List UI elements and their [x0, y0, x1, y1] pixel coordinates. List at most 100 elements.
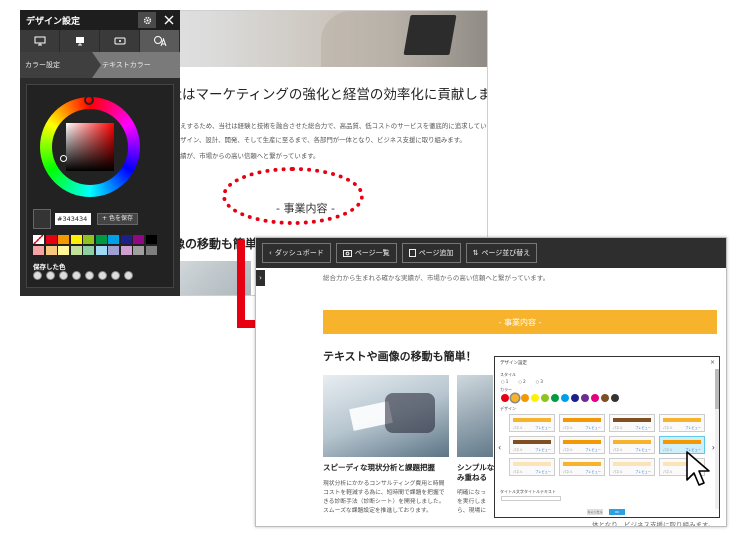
palette-swatch[interactable] [120, 235, 132, 244]
desktop-icon[interactable] [20, 30, 60, 52]
hex-input[interactable]: #343434 [55, 213, 91, 225]
palette-swatch[interactable] [120, 245, 132, 255]
palette-swatch[interactable] [108, 245, 119, 255]
gear-icon[interactable] [138, 12, 156, 28]
section-title-text: - 事業内容 - [498, 317, 542, 327]
design-tile[interactable]: パネル プレビュー [509, 458, 555, 476]
design-tile[interactable]: パネル プレビュー [559, 458, 605, 476]
design-tile-preview-link[interactable]: プレビュー [635, 447, 651, 452]
design-tile[interactable]: パネル プレビュー [509, 414, 555, 432]
dialog-color-swatch[interactable] [521, 394, 529, 402]
dialog-color-swatch[interactable] [591, 394, 599, 402]
palette-swatch[interactable] [83, 235, 94, 244]
reorder-pages-button[interactable]: ⇅ ページ並び替え [465, 243, 538, 263]
cancel-button[interactable]: キャンセル [587, 509, 603, 515]
chevron-left-icon[interactable]: ‹ [498, 443, 501, 452]
dialog-color-swatch[interactable] [511, 394, 519, 402]
tablet-icon[interactable] [100, 30, 140, 52]
design-tile[interactable]: パネル プレビュー [509, 436, 555, 454]
hue-knob[interactable] [84, 95, 94, 105]
monitor-icon[interactable] [60, 30, 100, 52]
section-title-bar[interactable]: - 事業内容 - [323, 310, 717, 334]
hue-wheel[interactable] [40, 95, 140, 197]
dialog-close-icon[interactable]: × [710, 359, 715, 366]
design-tile-preview-link[interactable]: プレビュー [585, 425, 601, 430]
design-tile-preview-link[interactable]: プレビュー [535, 469, 551, 474]
card-2-text-line: 明確になっ [457, 490, 486, 496]
design-tile-preview-link[interactable]: プレビュー [585, 447, 601, 452]
reorder-pages-label: ページ並び替え [481, 249, 531, 257]
palette-swatch[interactable] [133, 245, 144, 255]
title-text-input[interactable] [501, 496, 561, 501]
palette-swatch[interactable] [145, 245, 157, 255]
dialog-color-swatch[interactable] [611, 394, 619, 402]
saved-color-slot[interactable] [111, 271, 120, 280]
dialog-color-swatch[interactable] [551, 394, 559, 402]
style-radio-1[interactable]: 1 [501, 379, 509, 384]
saved-color-slot[interactable] [85, 271, 94, 280]
design-tile[interactable]: パネル プレビュー [609, 436, 655, 454]
saved-color-slot[interactable] [59, 271, 68, 280]
title-text-label: タイトル文字タイトルテキスト [500, 489, 556, 494]
dialog-color-swatch[interactable] [531, 394, 539, 402]
dialog-color-swatch[interactable] [571, 394, 579, 402]
breadcrumb-text-color[interactable]: テキストカラー [92, 52, 180, 78]
scrollbar-thumb[interactable] [715, 369, 719, 409]
add-page-button[interactable]: ページ追加 [401, 243, 461, 263]
design-tile-preview-link[interactable]: プレビュー [635, 425, 651, 430]
back-headline: 当社はマーケティングの強化と経営の効率化に貢献します [155, 87, 488, 103]
saved-color-slot[interactable] [98, 271, 107, 280]
design-tile[interactable]: パネル プレビュー [659, 414, 705, 432]
design-tile-preview-link[interactable]: プレビュー [535, 425, 551, 430]
dialog-title: デザイン設定 [500, 361, 527, 366]
style-radio-2[interactable]: 2 [518, 379, 526, 384]
palette-swatch[interactable] [83, 245, 94, 255]
saturation-knob[interactable] [60, 155, 67, 162]
front-bottom-text: 体となり、ビジネス支援に取り組みます。 [592, 521, 715, 527]
page-list-button[interactable]: ページ一覧 [335, 243, 397, 263]
palette-swatch[interactable] [33, 245, 44, 255]
ok-button[interactable]: OK [609, 509, 625, 515]
palette-swatch[interactable] [70, 235, 82, 244]
palette-swatch[interactable] [133, 235, 144, 244]
palette-swatch[interactable] [45, 235, 57, 244]
dialog-color-swatch[interactable] [581, 394, 589, 402]
palette-swatch[interactable] [45, 245, 57, 255]
side-toggle-icon[interactable]: › [256, 270, 265, 286]
saved-color-slot[interactable] [72, 271, 81, 280]
dialog-color-swatch[interactable] [561, 394, 569, 402]
design-tile[interactable]: パネル プレビュー [609, 414, 655, 432]
palette-swatch[interactable] [70, 245, 82, 255]
saturation-value-square[interactable] [66, 123, 114, 171]
style-radio-3[interactable]: 3 [536, 379, 543, 384]
palette-swatch[interactable] [95, 235, 107, 244]
dialog-color-swatch[interactable] [601, 394, 609, 402]
color-text-icon[interactable] [140, 30, 180, 52]
saved-color-slot[interactable] [46, 271, 55, 280]
breadcrumb-color-settings[interactable]: カラー設定 [20, 52, 92, 78]
palette-swatch[interactable] [145, 235, 157, 244]
dialog-scrollbar[interactable] [715, 369, 719, 509]
design-tile-preview-link[interactable]: プレビュー [685, 425, 701, 430]
palette-swatch[interactable] [33, 235, 44, 244]
palette-swatch[interactable] [108, 235, 119, 244]
design-tile[interactable]: パネル プレビュー [559, 436, 605, 454]
design-tile[interactable]: パネル プレビュー [609, 458, 655, 476]
design-tile[interactable]: パネル プレビュー [559, 414, 605, 432]
design-tile-preview-link[interactable]: プレビュー [535, 447, 551, 452]
design-tile-preview-link[interactable]: プレビュー [585, 469, 601, 474]
panel-header: デザイン設定 [20, 10, 180, 30]
dialog-color-swatch[interactable] [541, 394, 549, 402]
breadcrumb-arrow [92, 52, 101, 78]
hero-photo-arm [321, 11, 391, 67]
saved-color-slot[interactable] [33, 271, 42, 280]
save-color-button[interactable]: + 色を保存 [97, 213, 139, 225]
design-tile-preview-link[interactable]: プレビュー [635, 469, 651, 474]
palette-swatch[interactable] [58, 245, 69, 255]
saved-color-slot[interactable] [124, 271, 133, 280]
palette-swatch[interactable] [95, 245, 107, 255]
palette-swatch[interactable] [58, 235, 69, 244]
close-icon[interactable] [160, 12, 178, 28]
dashboard-button[interactable]: ‹ ダッシュボード [262, 243, 331, 263]
dialog-color-swatch[interactable] [501, 394, 509, 402]
